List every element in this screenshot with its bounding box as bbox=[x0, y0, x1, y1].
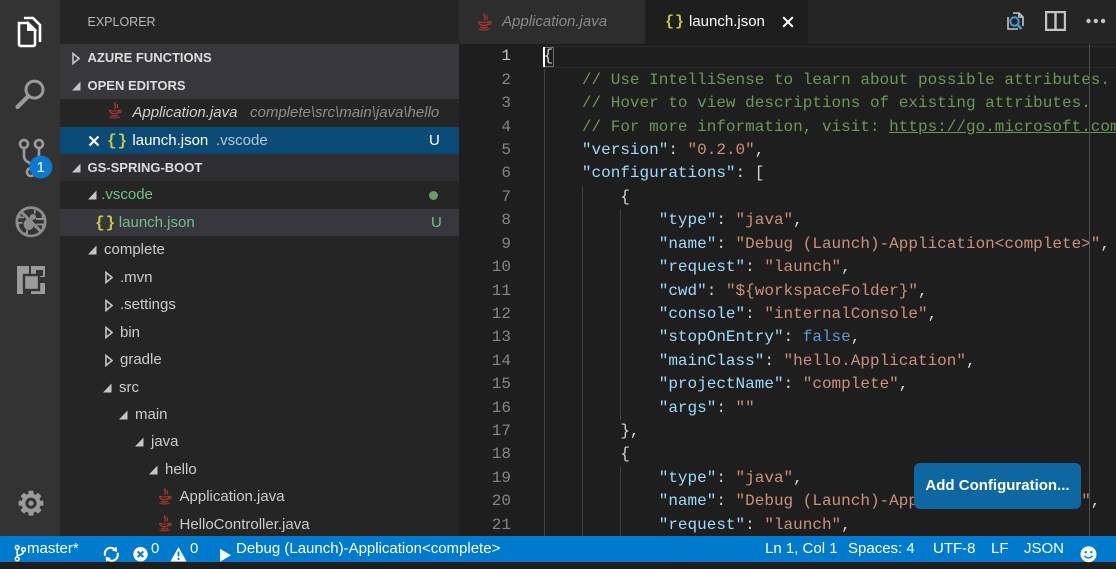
svg-text:1: 1 bbox=[37, 159, 45, 176]
